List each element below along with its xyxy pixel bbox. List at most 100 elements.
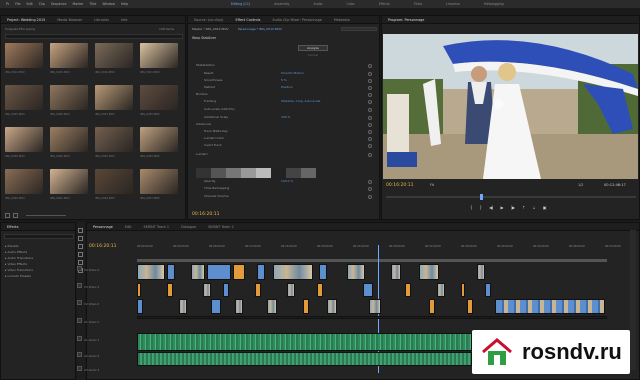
track-header[interactable]: V2 Video 2 [77,300,136,306]
workspace-tab-effects[interactable]: Effects [379,2,390,6]
keyframe-toggle-icon[interactable] [368,107,372,112]
keyframe-toggle-icon[interactable] [368,122,372,127]
keyframe-toggle-icon[interactable] [368,85,372,90]
workspace-tab-metalogging[interactable]: Metalogging [484,2,504,6]
effect-timecode[interactable]: 00:16:20:11 [192,212,219,217]
program-timecode[interactable]: 00:16:20:11 [386,183,413,188]
project-clip-thumbnail[interactable] [50,85,88,110]
project-clip-thumbnail[interactable] [5,85,43,110]
audio-clip[interactable] [137,352,472,366]
video-clip[interactable] [207,264,231,280]
keyframe-toggle-icon[interactable] [368,186,372,191]
effect-mini-timeline[interactable] [341,27,377,31]
project-clip-thumbnail[interactable] [95,169,133,194]
project-clip-thumbnail[interactable] [5,43,43,68]
effect-property-value[interactable]: Stabilize, Crop, Auto-scale [281,99,320,103]
program-fit-select[interactable]: Fit [430,183,434,187]
keyframe-toggle-icon[interactable] [368,143,372,148]
effects-folder-item[interactable]: ▸ Audio Transitions [5,256,33,260]
project-clip-thumbnail[interactable] [5,169,43,194]
workspace-tab-editing[interactable]: Editing (CC) [231,2,250,6]
menu-item-logo[interactable]: Pr [6,2,9,6]
program-playhead[interactable] [480,194,483,200]
tab-libraries[interactable]: Libraries [88,18,115,22]
effect-property-value[interactable]: 100 % [281,115,291,119]
menu-item-edit[interactable]: Edit [27,2,33,6]
track-header[interactable]: V3 Video 3 [77,283,136,289]
keyframe-toggle-icon[interactable] [368,78,372,83]
project-clip-thumbnail[interactable] [140,43,178,68]
video-clip[interactable] [273,264,313,280]
tab-sequence-team2[interactable]: SKRINT Team 2 [202,225,240,229]
keyframe-toggle-icon[interactable] [368,92,372,97]
pen-tool-icon[interactable] [78,252,83,257]
export-frame-icon[interactable]: ▣ [543,205,547,210]
tab-sequence-dialogue[interactable]: Dialogue [175,225,202,229]
work-area-bar[interactable] [137,259,607,262]
effect-property-value[interactable]: Position [281,85,293,89]
tab-source[interactable]: Source: (no clips) [188,18,229,22]
menu-item-clip[interactable]: Clip [39,2,45,6]
video-clip[interactable] [461,283,465,297]
video-clip[interactable] [179,299,187,314]
lift-icon[interactable]: ⇡ [522,205,525,210]
selection-tool-icon[interactable] [78,228,83,233]
program-scrub-bar[interactable] [386,194,636,200]
video-clip[interactable] [287,283,295,297]
keyframe-toggle-icon[interactable] [368,63,372,68]
effects-folder-item[interactable]: ▸ Video Effects [5,262,27,266]
track-lock-icon[interactable] [77,266,82,271]
workspace-tab-color[interactable]: Color [347,2,355,6]
video-clip[interactable] [347,264,365,280]
video-clip[interactable] [223,283,229,297]
keyframe-toggle-icon[interactable] [368,152,372,157]
project-clip-thumbnail[interactable] [140,85,178,110]
workspace-tab-libraries[interactable]: Libraries [446,2,460,6]
workspace-tab-audio[interactable]: Audio [313,2,322,6]
zoom-slider[interactable] [26,215,66,216]
track-lock-icon[interactable] [77,318,82,323]
video-clip[interactable] [429,299,435,314]
razor-tool-icon[interactable] [78,244,83,249]
video-clip[interactable] [211,299,221,314]
effect-property-value[interactable]: 100.0 % [281,179,293,183]
video-clip[interactable] [255,283,261,297]
track-header[interactable]: A1 Audio 1 [77,336,136,342]
video-clip[interactable] [467,299,473,314]
video-clip[interactable] [137,264,165,280]
timeline-ruler[interactable]: 00:00:00:00 00:04:00:00 00:08:00:00 00:12:0… [137,245,637,251]
effects-folder-item[interactable]: ▸ Lumetri Presets [5,274,31,278]
project-search-input[interactable] [5,34,183,39]
keyframe-toggle-icon[interactable] [368,179,372,184]
video-clip[interactable] [317,283,323,297]
tab-sequence-team1[interactable]: SKRINT Team 1 [137,225,175,229]
video-clip[interactable] [167,283,173,297]
mark-in-icon[interactable]: { [470,205,473,210]
tab-project[interactable]: Project: Wedding 2015 [1,18,51,22]
project-clip-thumbnail[interactable] [95,43,133,68]
effects-folder-item[interactable]: ▸ Video Transitions [5,268,33,272]
project-clip-thumbnail[interactable] [140,169,178,194]
tab-effects[interactable]: Effects [1,225,25,229]
program-video-frame[interactable] [383,34,638,179]
menu-item-help[interactable]: Help [121,2,128,6]
tab-audio-mixer[interactable]: Audio Clip Mixer: Personnage [266,18,327,22]
lumetri-swatches[interactable] [196,168,316,178]
project-clip-thumbnail[interactable] [5,127,43,152]
menu-item-marker[interactable]: Marker [72,2,83,6]
video-clip[interactable] [485,283,491,297]
track-lock-icon[interactable] [77,366,82,371]
video-clip[interactable] [419,264,439,280]
video-clip[interactable] [235,299,243,314]
video-clip[interactable] [257,264,265,280]
menu-item-title[interactable]: Title [90,2,97,6]
video-clip[interactable] [405,283,411,297]
track-header[interactable]: A3 Audio 3 [77,366,136,372]
video-clip[interactable] [167,264,175,280]
track-lock-icon[interactable] [77,283,82,288]
effects-folder-item[interactable]: ▸ Audio Effects [5,250,27,254]
track-lock-icon[interactable] [77,352,82,357]
video-clip[interactable] [327,299,337,314]
menu-item-file[interactable]: File [15,2,20,6]
video-clip[interactable] [319,264,327,280]
